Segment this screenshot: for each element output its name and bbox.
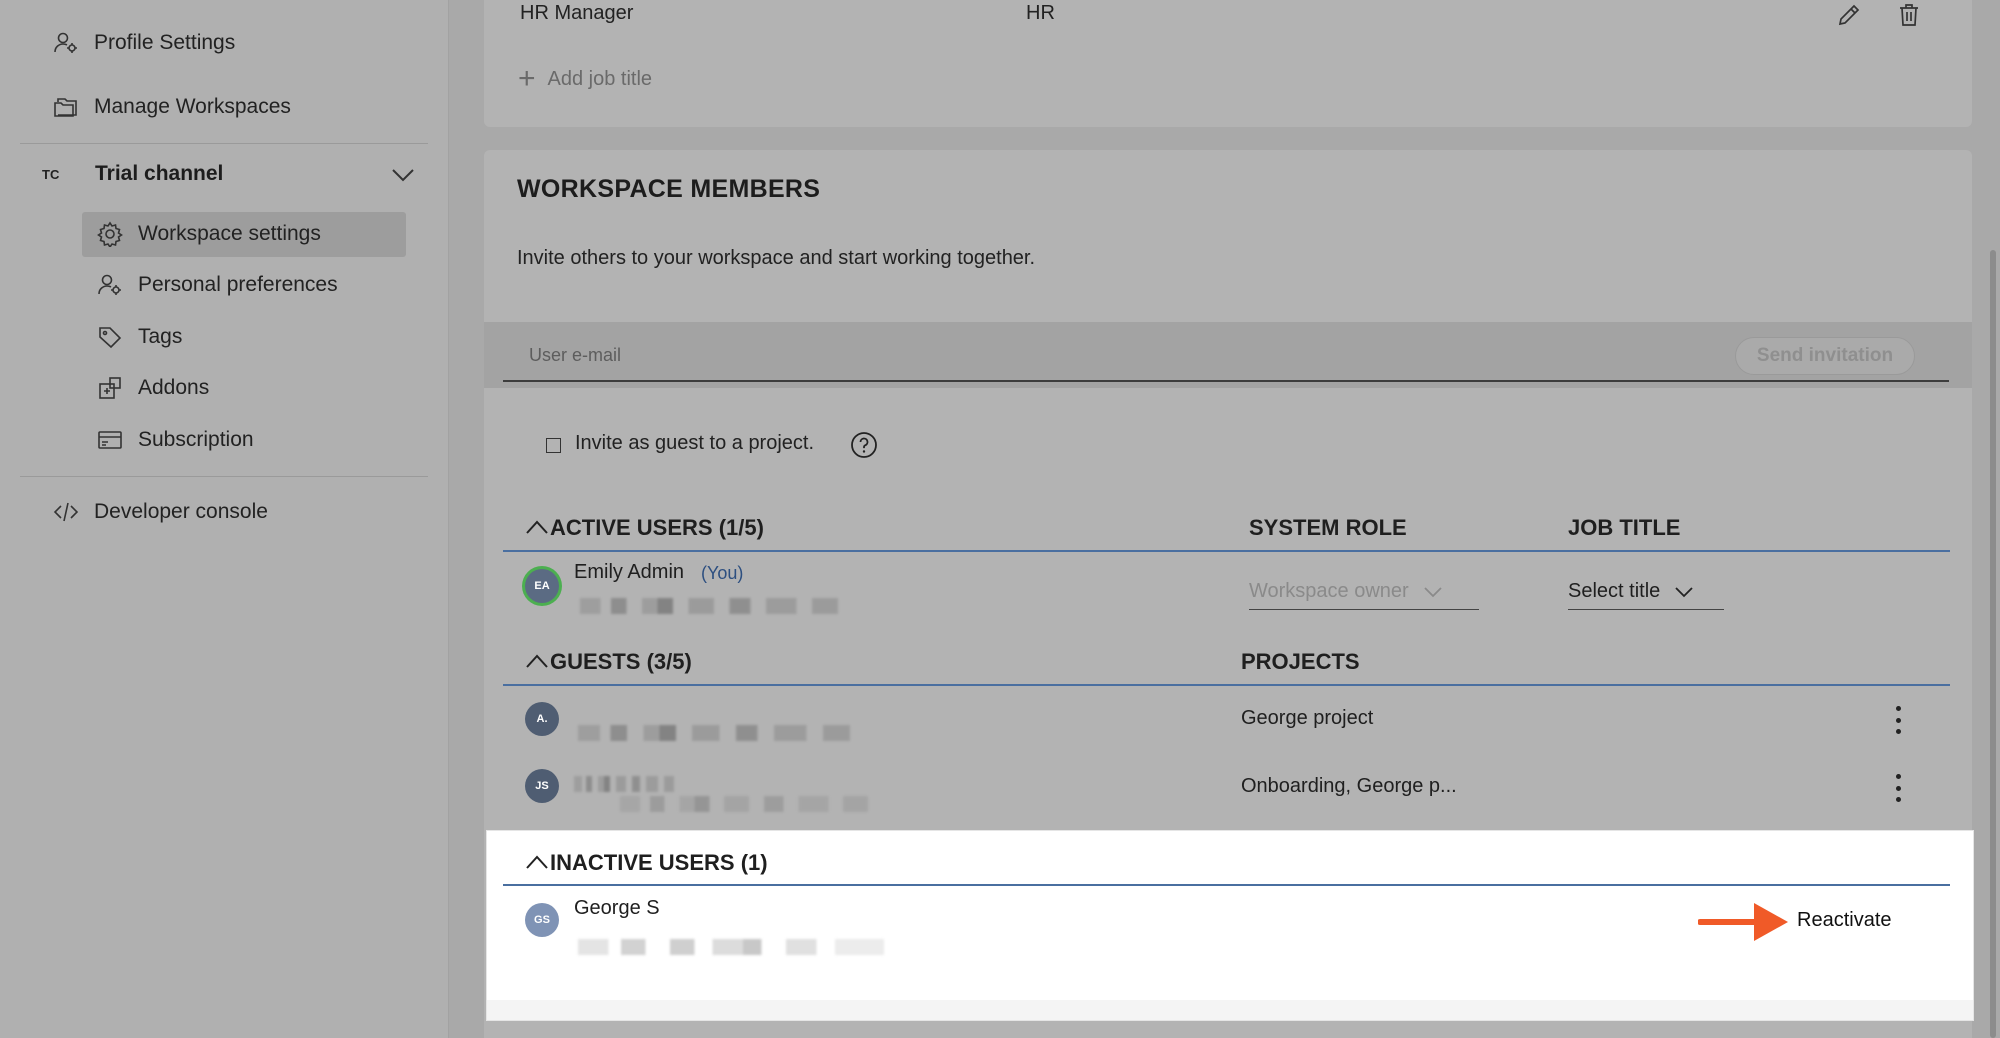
guest-checkbox-label: Invite as guest to a project. [575,432,815,454]
member-name: Emily Admin [574,561,685,583]
chevron-up-icon[interactable] [525,853,549,871]
member-name: George S [574,897,660,919]
folder-icon [52,93,80,121]
redacted-guest-name [574,776,674,792]
system-role-header: SYSTEM ROLE [1249,515,1407,540]
avatar: GS [525,903,559,937]
addons-icon [96,374,124,402]
projects-header: PROJECTS [1241,649,1360,674]
trash-icon[interactable] [1894,0,1924,30]
plus-icon: + [518,62,536,95]
table-header-rule [503,684,1950,686]
scrollbar[interactable] [1990,250,1996,1038]
reactivate-button[interactable]: Reactivate [1797,909,1892,932]
sidebar-item-label: Workspace settings [138,222,321,245]
sidebar-item-label: Tags [138,325,183,348]
gear-icon [96,220,124,248]
sidebar-item-tags[interactable]: Tags [96,323,182,351]
inactive-users-header: INACTIVE USERS (1) [550,850,768,875]
chevron-up-icon[interactable] [525,518,549,536]
sidebar-item-workspace-settings[interactable]: Workspace settings [96,220,321,248]
more-options-icon[interactable] [1893,706,1903,734]
user-gear-icon [52,29,80,57]
avatar: A. [525,702,559,736]
you-tag: (You) [701,563,744,583]
channel-badge: TC [42,167,60,182]
sidebar-item-addons[interactable]: Addons [96,374,209,402]
active-users-header: ACTIVE USERS (1/5) [550,515,764,540]
redacted-email [580,598,838,614]
sidebar-item-label: Subscription [138,428,254,451]
sidebar-item-label: Addons [138,376,210,399]
guest-projects: Onboarding, George p... [1241,775,1457,797]
add-job-title-label: Add job title [547,67,653,90]
chevron-down-icon [1675,586,1693,597]
arrow-right-icon [1698,903,1788,941]
chevron-down-icon [1424,586,1442,597]
user-email-input[interactable] [503,330,1949,382]
sidebar-item-developer-console[interactable]: Developer console [52,498,268,526]
channel-name[interactable]: Trial channel [95,162,223,186]
table-header-rule [503,884,1950,886]
code-icon [52,498,80,526]
inactive-panel-footer [487,1000,1973,1020]
sidebar-item-subscription[interactable]: Subscription [96,426,254,454]
more-options-icon[interactable] [1893,774,1903,802]
system-role-value: Workspace owner [1249,580,1409,602]
job-titles-card [484,0,1972,127]
job-title-select[interactable]: Select title [1568,574,1724,610]
system-role-select[interactable]: Workspace owner [1249,574,1479,610]
add-job-title-button[interactable]: + Add job title [518,62,652,96]
sidebar: Profile Settings Manage Workspaces TC Tr… [0,0,449,1038]
chevron-up-icon[interactable] [525,652,549,670]
sidebar-item-profile-settings[interactable]: Profile Settings [52,29,235,57]
chevron-down-icon[interactable] [390,165,416,185]
redacted-guest-info [620,796,868,812]
sidebar-item-label: Manage Workspaces [94,95,291,118]
help-icon[interactable] [850,431,878,459]
edit-icon[interactable] [1834,0,1864,30]
guest-projects: George project [1241,707,1374,729]
card-icon [96,426,124,454]
sidebar-item-label: Developer console [94,500,268,523]
guests-header: GUESTS (3/5) [550,649,692,674]
redacted-email [578,939,884,955]
job-title-cell: HR Manager [520,2,634,24]
send-invitation-button[interactable]: Send invitation [1735,337,1915,375]
job-title-header: JOB TITLE [1568,515,1681,540]
guest-checkbox[interactable] [546,438,561,453]
sidebar-item-personal-preferences[interactable]: Personal preferences [96,271,338,299]
job-title-value: Select title [1568,580,1661,602]
avatar: EA [525,569,559,603]
job-department-cell: HR [1026,2,1055,24]
workspace-members-title: WORKSPACE MEMBERS [517,175,821,203]
sidebar-item-manage-workspaces[interactable]: Manage Workspaces [52,93,291,121]
redacted-guest-info [578,725,850,741]
workspace-members-subtitle: Invite others to your workspace and star… [517,247,1036,269]
divider [20,143,428,144]
sidebar-item-label: Profile Settings [94,31,236,54]
avatar: JS [525,769,559,803]
user-gear-icon [96,271,124,299]
tag-icon [96,323,124,351]
divider [20,476,428,477]
sidebar-item-label: Personal preferences [138,273,338,296]
table-header-rule [503,550,1950,552]
